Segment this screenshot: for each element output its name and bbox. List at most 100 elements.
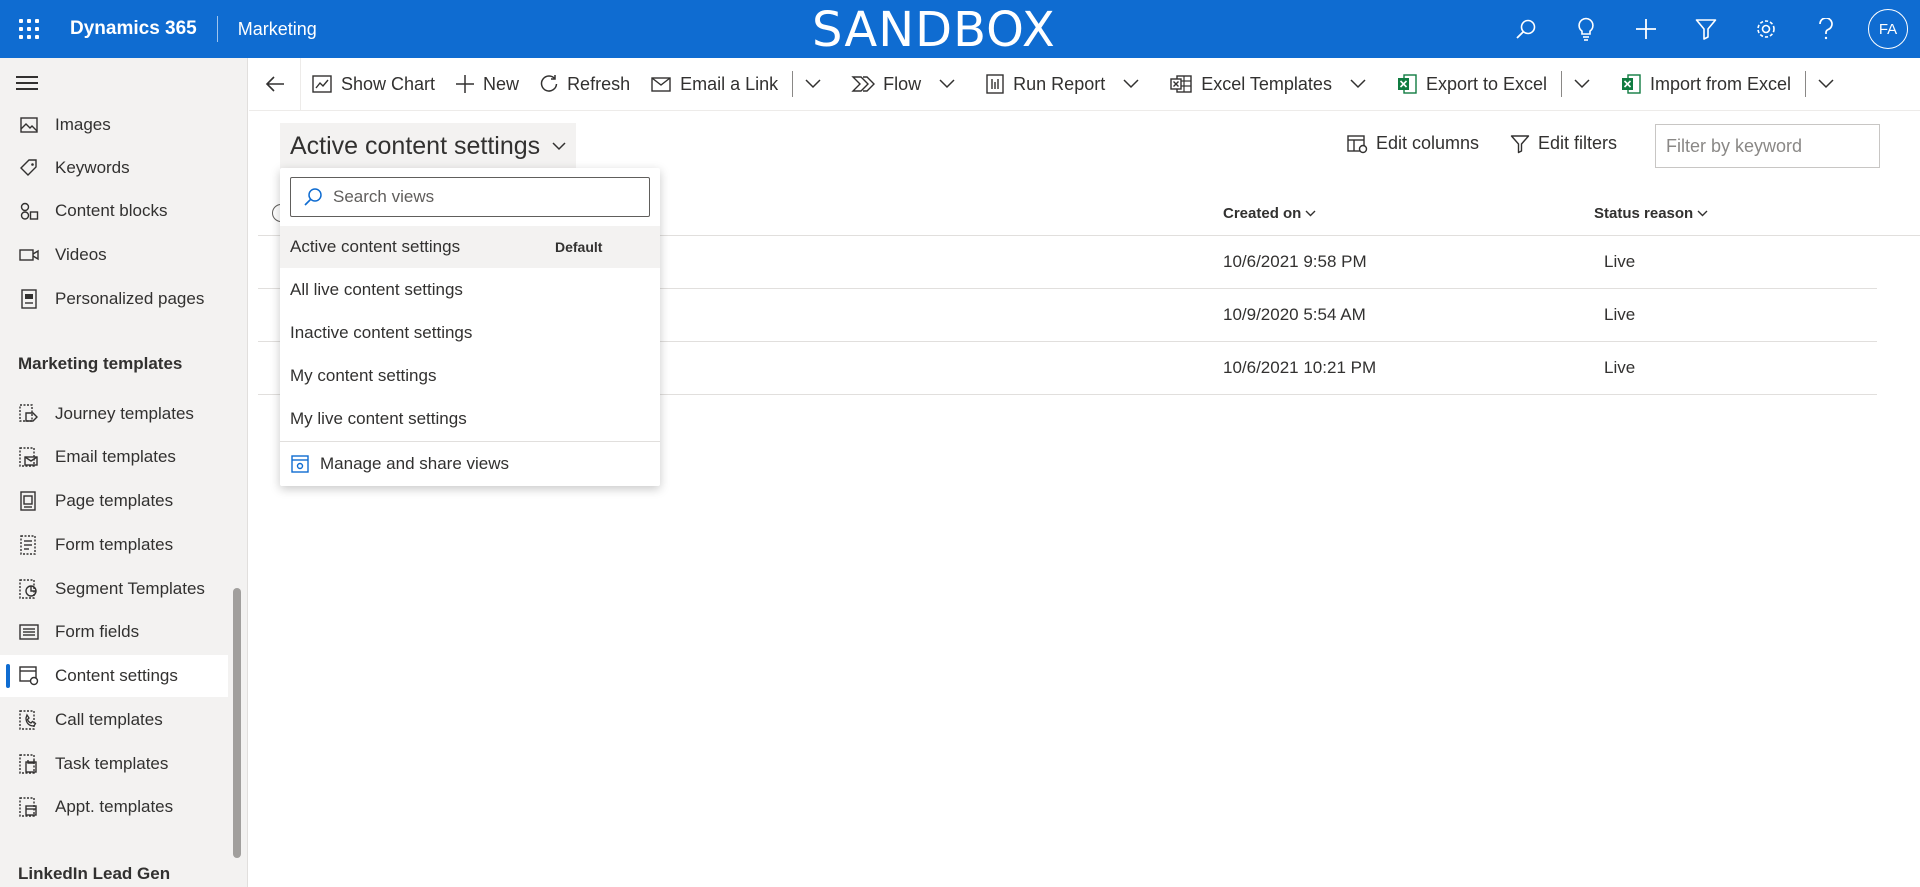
excel-templates-chevron[interactable] <box>1342 58 1374 111</box>
sidebar-item-keywords[interactable]: Keywords <box>0 147 228 189</box>
view-option-label: Inactive content settings <box>290 323 473 342</box>
top-bar: Dynamics 365 Marketing SANDBOX FA <box>0 0 1920 58</box>
view-option-my-live-content-settings[interactable]: My live content settings <box>280 398 660 440</box>
run-report-button[interactable]: Run Report <box>975 58 1115 111</box>
sidebar-item-label: Email templates <box>55 447 176 466</box>
section-linkedin-lead-gen: LinkedIn Lead Gen <box>18 864 171 883</box>
command-divider <box>1561 71 1563 97</box>
edit-columns-button[interactable]: Edit columns <box>1346 133 1479 154</box>
manage-views-label: Manage and share views <box>320 454 510 473</box>
sidebar-item-form-fields[interactable]: Form fields <box>0 611 228 653</box>
flow-label: Flow <box>883 73 922 94</box>
manage-and-share-views-button[interactable]: Manage and share views <box>280 444 660 484</box>
default-badge: Default <box>555 239 603 255</box>
excel-templates-button[interactable]: Excel Templates <box>1159 58 1342 111</box>
content-settings-icon <box>0 665 55 687</box>
image-icon <box>0 115 55 135</box>
refresh-icon <box>540 75 558 92</box>
refresh-label: Refresh <box>567 73 631 94</box>
search-icon[interactable] <box>1496 0 1556 58</box>
command-divider <box>1805 71 1807 97</box>
import-excel-chevron[interactable] <box>1810 58 1842 111</box>
status-cell: Live <box>1604 358 1636 377</box>
app-launcher-button[interactable] <box>0 0 58 58</box>
sidebar-item-images[interactable]: Images <box>0 104 228 146</box>
view-option-my-content-settings[interactable]: My content settings <box>280 355 660 397</box>
sidebar-item-label: Videos <box>55 245 107 264</box>
view-option-inactive-content-settings[interactable]: Inactive content settings <box>280 312 660 354</box>
export-excel-button[interactable]: Export to Excel <box>1386 58 1557 111</box>
created-on-cell: 10/6/2021 9:58 PM <box>1223 252 1367 271</box>
app-name[interactable]: Marketing <box>238 19 317 40</box>
hamburger-icon[interactable] <box>16 76 38 94</box>
run-report-chevron[interactable] <box>1115 58 1147 111</box>
chevron-down-icon <box>1350 79 1366 89</box>
column-header-label: Created on <box>1223 204 1302 222</box>
sidebar-item-label: Form fields <box>55 622 140 641</box>
filter-by-keyword-input[interactable] <box>1655 124 1880 168</box>
page-icon <box>0 288 55 310</box>
flow-button[interactable]: Flow <box>841 58 931 111</box>
sidebar-item-email-templates[interactable]: Email templates <box>0 436 228 478</box>
view-option-label: All live content settings <box>290 280 463 299</box>
section-marketing-templates: Marketing templates <box>18 354 183 373</box>
filter-icon[interactable] <box>1676 0 1736 58</box>
back-arrow-icon <box>265 76 284 92</box>
sidebar-item-form-templates[interactable]: Form templates <box>0 524 228 566</box>
command-divider <box>792 71 794 97</box>
view-option-all-live-content-settings[interactable]: All live content settings <box>280 269 660 311</box>
current-view-title: Active content settings <box>290 131 541 160</box>
flow-chevron[interactable] <box>931 58 963 111</box>
column-header-status-reason[interactable]: Status reason <box>1594 190 1708 236</box>
import-excel-label: Import from Excel <box>1650 73 1792 94</box>
column-header-label: Status reason <box>1594 204 1694 222</box>
sidebar-item-task-templates[interactable]: Task templates <box>0 743 228 785</box>
call-template-icon <box>0 709 55 731</box>
filter-icon <box>1510 134 1530 153</box>
excel-icon <box>1397 74 1417 94</box>
sidebar-item-journey-templates[interactable]: Journey templates <box>0 393 228 435</box>
created-on-cell: 10/9/2020 5:54 AM <box>1223 305 1366 324</box>
column-header-created-on[interactable]: Created on <box>1223 190 1316 236</box>
import-excel-button[interactable]: Import from Excel <box>1610 58 1801 111</box>
email-link-button[interactable]: Email a Link <box>640 58 788 111</box>
view-option-label: My live content settings <box>290 409 467 428</box>
sidebar-item-segment-templates[interactable]: Segment Templates <box>0 568 228 610</box>
refresh-button[interactable]: Refresh <box>529 58 640 111</box>
sidebar-item-label: Content blocks <box>55 201 168 220</box>
view-selector[interactable]: Active content settings <box>280 123 577 169</box>
edit-filters-label: Edit filters <box>1538 133 1618 153</box>
sidebar-scrollbar[interactable] <box>233 588 241 858</box>
view-option-active-content-settings[interactable]: Active content settings Default <box>280 226 660 268</box>
waffle-icon <box>19 19 39 39</box>
user-avatar[interactable]: FA <box>1868 9 1908 49</box>
new-button[interactable]: New <box>445 58 529 111</box>
plus-icon[interactable] <box>1616 0 1676 58</box>
sidebar-item-videos[interactable]: Videos <box>0 234 228 276</box>
created-on-cell: 10/6/2021 10:21 PM <box>1223 358 1377 377</box>
sidebar-item-call-templates[interactable]: Call templates <box>0 699 228 741</box>
journey-template-icon <box>0 403 55 425</box>
search-views-input[interactable]: Search views <box>290 177 650 217</box>
sidebar-item-content-blocks[interactable]: Content blocks <box>0 190 228 232</box>
show-chart-button[interactable]: Show Chart <box>301 58 445 111</box>
sidebar-item-page-templates[interactable]: Page templates <box>0 480 228 522</box>
sidebar-item-content-settings[interactable]: Content settings <box>0 655 228 697</box>
edit-columns-label: Edit columns <box>1376 133 1480 153</box>
gear-icon[interactable] <box>1736 0 1796 58</box>
brand-name[interactable]: Dynamics 365 <box>70 18 197 40</box>
chevron-down-icon <box>1818 79 1834 89</box>
edit-filters-button[interactable]: Edit filters <box>1510 133 1617 154</box>
more-commands-chevron[interactable] <box>797 58 829 111</box>
task-template-icon <box>0 753 55 775</box>
lightbulb-icon[interactable] <box>1556 0 1616 58</box>
help-icon[interactable] <box>1796 0 1856 58</box>
sidebar-item-personalized-pages[interactable]: Personalized pages <box>0 278 228 320</box>
sidebar-item-label: Content settings <box>55 666 178 685</box>
sidebar-item-label: Task templates <box>55 754 169 773</box>
export-excel-chevron[interactable] <box>1566 58 1598 111</box>
view-option-label: My content settings <box>290 366 437 385</box>
sidebar-item-appointment-templates[interactable]: Appt. templates <box>0 786 228 828</box>
environment-banner: SANDBOX <box>812 2 1056 58</box>
back-button[interactable] <box>249 57 301 111</box>
